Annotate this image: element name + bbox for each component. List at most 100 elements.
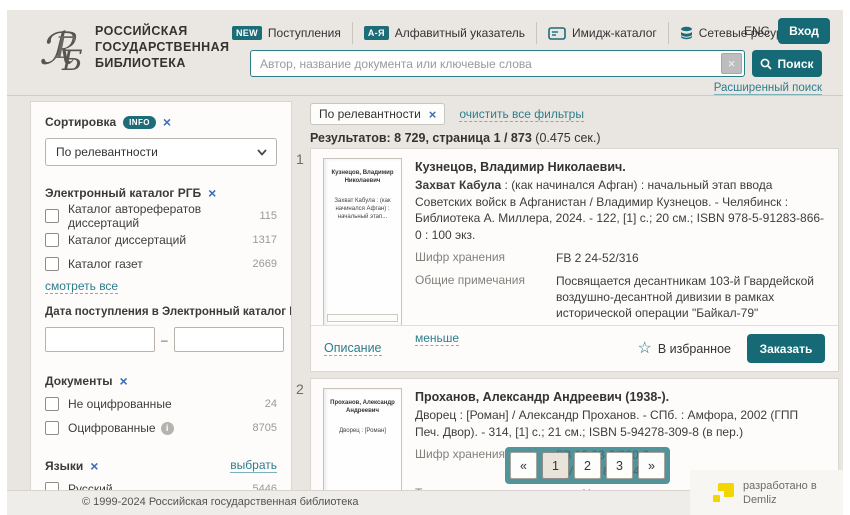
result-bibliography: Дворец : [Роман] / Александр Проханов. -… [415,407,825,440]
chip-label: По релевантности [319,107,421,121]
catalog-remove-icon[interactable]: × [208,186,216,200]
nav-new-arrivals[interactable]: NEW Поступления [221,26,352,40]
nav-new-arrivals-label: Поступления [268,26,341,40]
result-number: 2 [296,381,304,397]
header: ℛ Г Б РОССИЙСКАЯ ГОСУДАРСТВЕННАЯ БИБЛИОТ… [7,10,843,96]
pagination: « 1 2 3 » [505,447,670,484]
copyright-text: © 1999-2024 Российская государственная б… [82,496,359,508]
az-badge-icon: А-Я [364,26,389,40]
svg-text:Б: Б [61,44,83,77]
results-count: Результатов: 8 729, страница 1 / 873 [310,131,532,145]
detail-row: Шифр хранения FB 2 24-52/316 [415,250,825,266]
result-bib-text: Дворец : [Роман] / Александр Проханов. -… [415,408,798,439]
languages-section-header: Языки × выбрать [45,458,277,473]
brand-line3: БИБЛИОТЕКА [95,55,229,71]
info-icon: i [161,422,174,435]
sort-remove-icon[interactable]: × [163,115,171,129]
brand-title: РОССИЙСКАЯ ГОСУДАРСТВЕННАЯ БИБЛИОТЕКА [95,23,229,71]
result-lead: Захват Кабула [415,178,501,192]
sort-filter-chip[interactable]: По релевантности × [310,103,445,125]
credit-line1: разработано в [743,479,817,493]
filter-label: Каталог авторефератов диссертаций [68,202,259,230]
detail-value: FB 2 24-52/316 [556,250,639,266]
filter-count: 8705 [253,422,277,434]
filter-label-text: Оцифрованные [68,421,156,435]
see-all-link[interactable]: смотреть все [45,279,118,294]
results-meta: Результатов: 8 729, страница 1 / 873 (0.… [310,131,601,145]
result-card: Кузнецов, Владимир Николаевич Захват Каб… [310,148,839,372]
new-badge-icon: NEW [232,26,262,40]
catalog-filter-row[interactable]: Каталог диссертаций 1317 [45,232,277,248]
checkbox[interactable] [45,397,59,411]
nav-image-catalog-label: Имидж-каталог [572,26,657,40]
detail-label: Общие примечания [415,273,556,321]
add-to-favorites-button[interactable]: ☆ В избранное [637,341,731,357]
documents-section-header: Документы × [45,374,277,388]
sort-title: Сортировка [45,115,116,129]
filter-count: 115 [259,210,277,222]
cover-author: Кузнецов, Владимир Николаевич [329,169,396,185]
checkbox[interactable] [45,233,59,247]
date-from-input[interactable] [45,327,155,352]
favorites-label: В избранное [658,342,731,356]
result-title-link[interactable]: Кузнецов, Владимир Николаевич. [415,159,825,176]
description-link[interactable]: Описание [324,341,382,356]
date-separator: – [161,333,168,347]
nav-image-catalog[interactable]: Имидж-каталог [537,26,668,40]
nav-alphabet-index[interactable]: А-Я Алфавитный указатель [353,26,536,40]
info-badge: INFO [123,116,156,129]
date-range: – [45,327,277,352]
credit-line2: Demliz [743,493,817,507]
result-bibliography: Захват Кабула : (как начинался Афган) : … [415,177,825,243]
active-filters-row: По релевантности × очистить все фильтры [310,103,584,125]
filter-count: 2669 [253,258,277,270]
date-title: Дата поступления в Электронный каталог Р… [45,306,292,318]
checkbox[interactable] [45,209,59,223]
result-number: 1 [296,151,304,167]
advanced-search-link[interactable]: Расширенный поиск [714,82,822,95]
pagination-next-button[interactable]: » [638,452,665,479]
pagination-page-1[interactable]: 1 [542,452,569,479]
chip-remove-icon[interactable]: × [429,108,437,121]
cover-author: Проханов, Александр Андреевич [329,399,396,415]
sort-select[interactable]: По релевантности [45,138,277,166]
catalog-section-header: Электронный каталог РГБ × [45,186,277,200]
language-switch[interactable]: ENG [744,24,770,38]
pagination-page-2[interactable]: 2 [574,452,601,479]
catalog-filter-row[interactable]: Каталог газет 2669 [45,256,277,272]
developer-credit[interactable]: разработано в Demliz [690,470,843,515]
document-filter-row[interactable]: Не оцифрованные 24 [45,396,277,412]
cover-title: Захват Кабула : (как начинался Афган) : … [329,197,396,221]
document-filter-row[interactable]: Оцифрованные i 8705 [45,420,277,436]
date-to-input[interactable] [174,327,284,352]
pagination-page-3[interactable]: 3 [606,452,633,479]
catalog-title: Электронный каталог РГБ [45,186,201,200]
star-icon: ☆ [637,341,651,357]
filter-count: 1317 [253,234,277,246]
book-cover-thumbnail[interactable]: Кузнецов, Владимир Николаевич Захват Каб… [323,158,402,326]
search-clear-icon[interactable]: × [721,53,742,74]
database-icon [680,26,693,40]
checkbox[interactable] [45,257,59,271]
filter-count: 24 [265,398,277,410]
languages-title: Языки [45,459,83,473]
search-input[interactable] [250,50,745,77]
filter-label: Каталог диссертаций [68,233,253,247]
result-title-link[interactable]: Проханов, Александр Андреевич (1938-). [415,389,825,406]
sort-section-header: Сортировка INFO × [45,115,277,129]
pagination-prev-button[interactable]: « [510,452,537,479]
documents-remove-icon[interactable]: × [119,374,127,388]
choose-languages-link[interactable]: выбрать [230,458,277,473]
order-button[interactable]: Заказать [747,334,825,363]
date-section-header: Дата поступления в Электронный каталог Р… [45,305,277,319]
nav-alphabet-index-label: Алфавитный указатель [395,26,525,40]
languages-remove-icon[interactable]: × [90,459,98,473]
catalog-filter-row[interactable]: Каталог авторефератов диссертаций 115 [45,208,277,224]
clear-all-filters-link[interactable]: очистить все фильтры [459,107,584,122]
results-time: (0.475 сек.) [535,131,600,145]
login-button[interactable]: Вход [778,18,830,44]
search-button[interactable]: Поиск [752,50,822,77]
checkbox[interactable] [45,421,59,435]
brand-line2: ГОСУДАРСТВЕННАЯ [95,39,229,55]
detail-value: Посвящается десантникам 103-й Гвардейско… [556,273,825,321]
